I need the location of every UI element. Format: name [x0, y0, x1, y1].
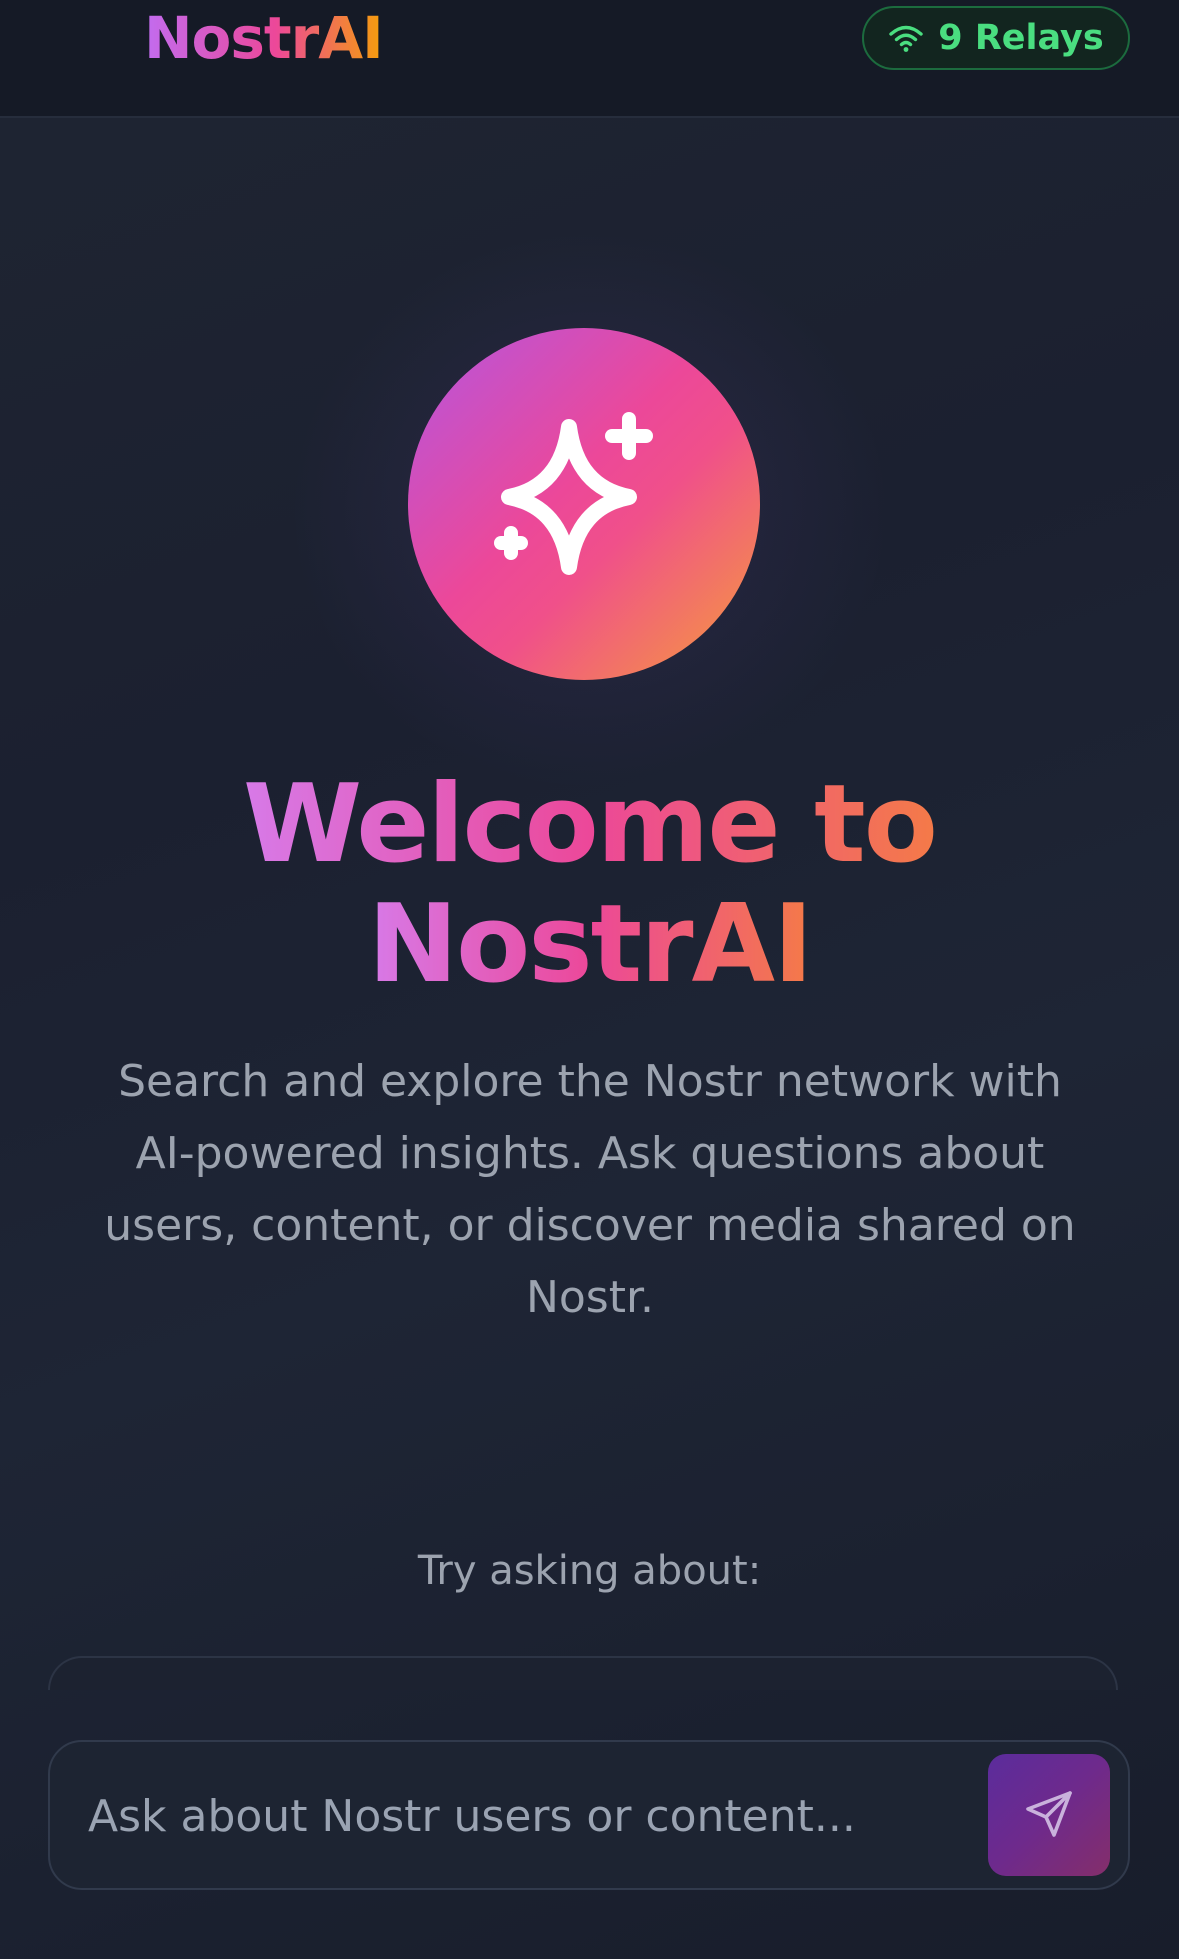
welcome-subtitle: Search and explore the Nostr network wit…: [104, 1056, 1076, 1323]
chat-input[interactable]: [86, 1780, 970, 1852]
app-logo[interactable]: NostrAI: [144, 4, 384, 72]
welcome-title-line1: Welcome to: [243, 762, 938, 887]
top-header: NostrAI 9 Relays: [0, 0, 1179, 118]
welcome-title-line2: NostrAI: [367, 882, 814, 1007]
relay-count-label: 9 Relays: [938, 18, 1104, 58]
sparkles-icon: [489, 407, 679, 601]
send-button[interactable]: [988, 1754, 1110, 1876]
chat-composer: [48, 1740, 1130, 1890]
wifi-icon: [888, 23, 924, 53]
suggestions-label: Try asking about:: [417, 1548, 762, 1594]
welcome-title: Welcome to NostrAI: [0, 765, 1179, 1005]
suggestion-card[interactable]: [48, 1656, 1118, 1690]
send-icon: [1023, 1788, 1075, 1843]
hero-logo-circle: [408, 328, 760, 680]
relay-status-badge[interactable]: 9 Relays: [862, 6, 1130, 70]
